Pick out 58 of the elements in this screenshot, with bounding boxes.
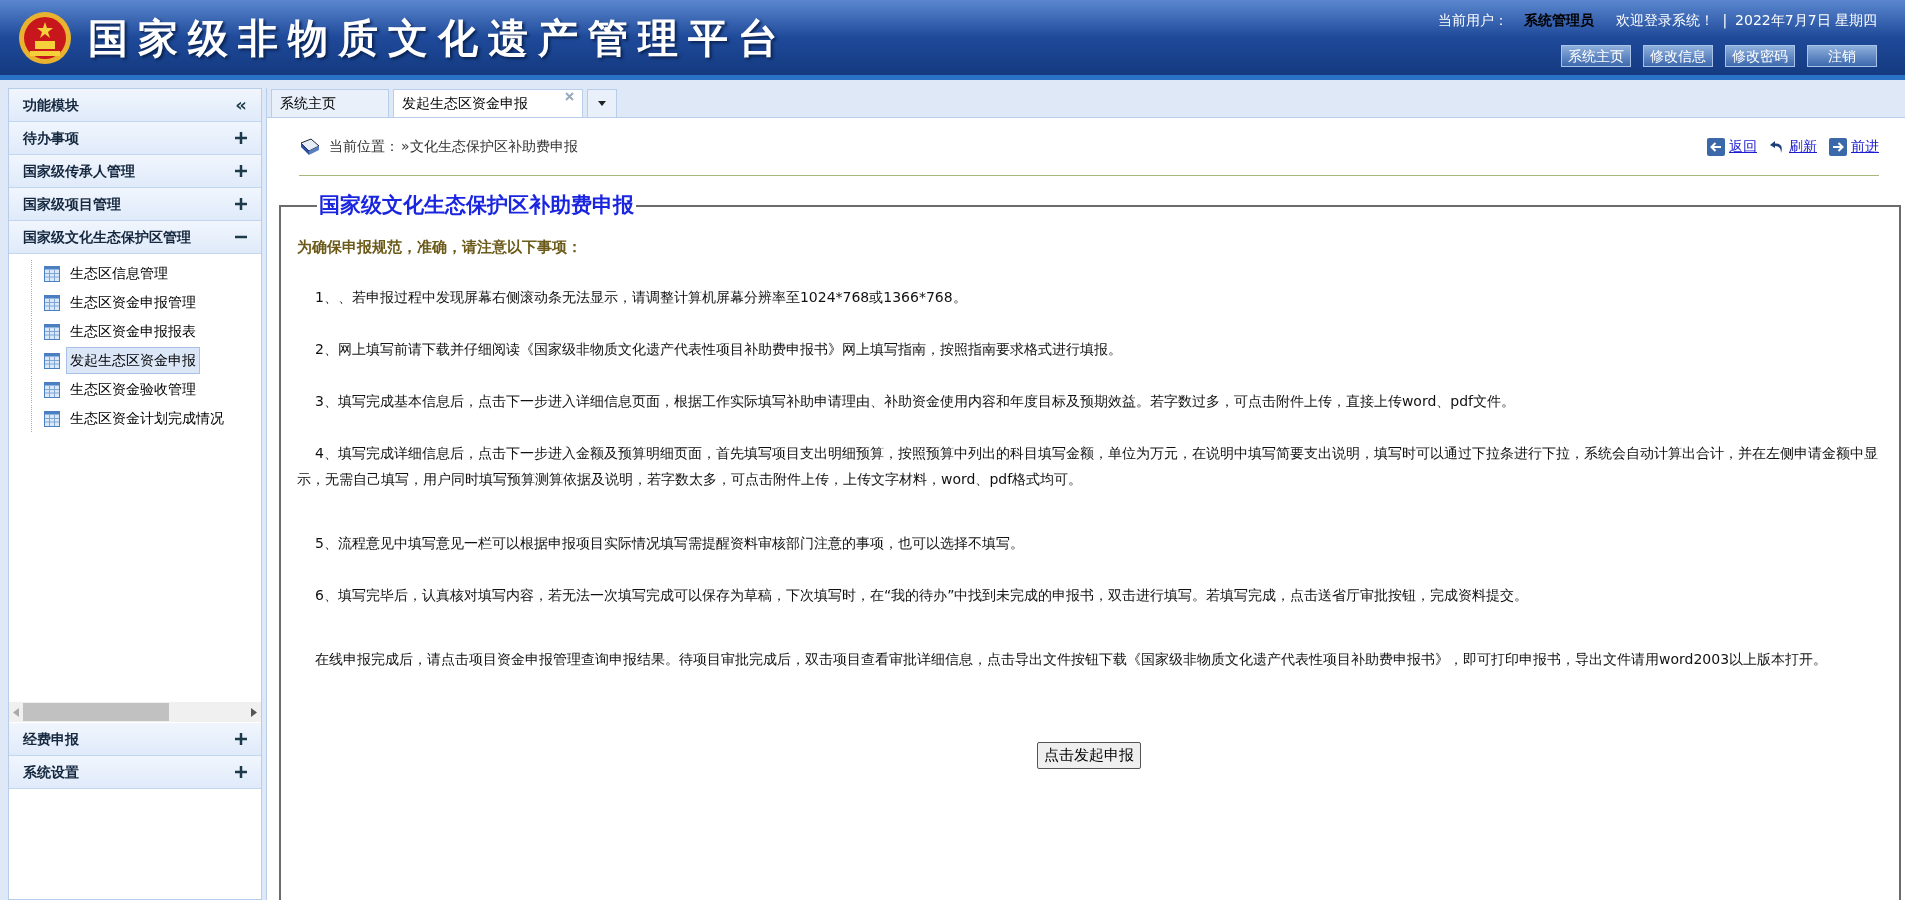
footer-note: 在线申报完成后，请点击项目资金申报管理查询申报结果。待项目审批完成后，双击项目查看审批详细信息，点击导出文件按钮下载《国家级非物质文化遗产代表性项目补助费申报书》，即可打印申报书，导出文件请用word2003以上版本打开。: [314, 650, 1829, 669]
table-icon: [44, 410, 60, 427]
tree-item[interactable]: 生态区资金验收管理: [66, 376, 200, 403]
notice-heading: 为确保申报规范，准确，请注意以下事项：: [297, 236, 583, 258]
breadcrumb-label: 当前位置：: [329, 137, 399, 156]
section-header[interactable]: 待办事项: [9, 122, 261, 155]
tree-item[interactable]: 生态区资金申报报表: [66, 318, 200, 345]
plus-icon: [235, 766, 247, 778]
instruction-text: 3、填写完成基本信息后，点击下一步进入详细信息页面，根据工作实际填写补助申请理由、补助资金使用内容和年度目标及预期效益。若字数过多，可点击附件上传，直接上传word、pdf文件。: [314, 392, 1517, 411]
right-arrow-icon[interactable]: [251, 707, 257, 717]
date-text: 2022年7月7日 星期四: [1735, 11, 1877, 30]
table-icon: [44, 381, 60, 398]
plus-icon: [235, 165, 247, 177]
plus-icon: [235, 132, 247, 144]
collapse-button[interactable]: «: [235, 96, 247, 114]
table-icon: [44, 323, 60, 340]
book-icon: [299, 137, 321, 156]
table-icon: [44, 352, 60, 369]
sidebar-title: 功能模块: [23, 95, 79, 115]
header-button[interactable]: 系统主页: [1561, 45, 1631, 67]
tab[interactable]: 系统主页: [271, 89, 389, 117]
section-header[interactable]: 经费申报: [9, 723, 261, 756]
instruction-text: 1、、若申报过程中发现屏幕右侧滚动条无法显示，请调整计算机屏幕分辨率至1024*768或1366*768。: [314, 288, 968, 307]
instruction-text: 5、流程意见中填写意见一栏可以根据申报项目实际情况填写需提醒资料审核部门注意的事项，也可以选择不填写。: [314, 534, 1025, 553]
instruction-text: 4、填写完成详细信息后，点击下一步进入金额及预算明细页面，首先填写项目支出明细预算，按照预算中列出的科目填写金额，单位为万元，在说明中填写简要支出说明，填写时可以通过下拉条进行下拉，系统会自动计算出合计，并在左侧申请金额中显示，无需自己填写，用户同时填写预算测算依据及说明，若字数太多，可点击附件上传，上传文字材料，word、pdf格式均可。: [297, 444, 1879, 489]
platform-title: 国家级非物质文化遗产管理平台: [88, 12, 788, 63]
section-header[interactable]: 国家级项目管理: [9, 188, 261, 221]
separator-text: |: [1722, 11, 1728, 31]
user-label: 当前用户：: [1438, 11, 1509, 30]
instruction-text: 2、网上填写前请下载并仔细阅读《国家级非物质文化遗产代表性项目补助费申报书》网上填写指南，按照指南要求格式进行填报。: [314, 340, 1123, 359]
nav-link[interactable]: 前进: [1851, 136, 1879, 157]
left-arrow-icon[interactable]: [13, 707, 19, 717]
submit-button[interactable]: 点击发起申报: [1037, 742, 1141, 769]
close-icon[interactable]: [565, 92, 574, 101]
header-button[interactable]: 注销: [1807, 45, 1877, 67]
form-legend: 国家级文化生态保护区补助费申报: [317, 190, 636, 222]
header-button[interactable]: 修改信息: [1643, 45, 1713, 67]
section-header[interactable]: 系统设置: [9, 756, 261, 789]
nav-link[interactable]: 返回: [1729, 136, 1757, 157]
nav-link[interactable]: 刷新: [1789, 136, 1817, 157]
tree-item[interactable]: 生态区资金计划完成情况: [66, 405, 228, 432]
tab-menu-button[interactable]: [587, 89, 617, 117]
caret-icon: [598, 101, 606, 106]
section-header[interactable]: 国家级文化生态保护区管理: [9, 221, 261, 254]
user-name: 系统管理员: [1524, 11, 1595, 30]
tree-item[interactable]: 生态区资金申报管理: [66, 289, 200, 316]
horizontal-scrollbar[interactable]: [9, 702, 261, 722]
table-icon: [44, 294, 60, 311]
tree-item[interactable]: 发起生态区资金申报: [66, 347, 200, 374]
tab[interactable]: 发起生态区资金申报: [393, 89, 583, 117]
tree-item[interactable]: 生态区信息管理: [66, 260, 172, 287]
table-icon: [44, 265, 60, 282]
welcome-text: 欢迎登录系统！: [1616, 11, 1715, 30]
plus-icon: [235, 198, 247, 210]
section-header[interactable]: 国家级传承人管理: [9, 155, 261, 188]
instruction-text: 6、填写完毕后，认真核对填写内容，若无法一次填写完成可以保存为草稿，下次填写时，在“我的待办”中找到未完成的申报书，双击进行填写。若填写完成，点击送省厅审批按钮，完成资料提交。: [314, 586, 1530, 605]
breadcrumb-path: »文化生态保护区补助费申报: [401, 137, 578, 156]
plus-icon: [235, 733, 247, 745]
